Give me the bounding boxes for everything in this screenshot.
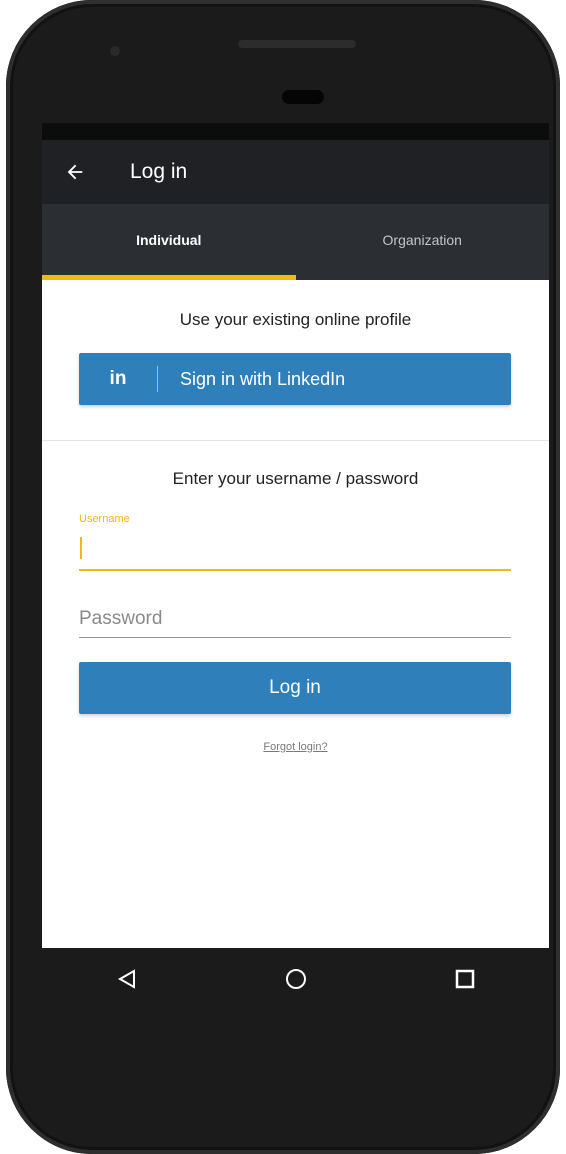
username-label: Username [79, 513, 130, 525]
profile-section: Use your existing online profile in Sign… [42, 280, 549, 441]
tab-organization[interactable]: Organization [296, 204, 550, 280]
tab-individual[interactable]: Individual [42, 204, 296, 280]
app-bar: Log in [42, 140, 549, 204]
credentials-heading: Enter your username / password [172, 469, 419, 488]
linkedin-signin-button[interactable]: in Sign in with LinkedIn [79, 353, 511, 405]
credentials-section: Enter your username / password Username … [42, 441, 549, 941]
status-bar [42, 123, 549, 140]
nav-back-button[interactable] [107, 959, 147, 999]
profile-heading: Use your existing online profile [179, 310, 412, 329]
app-screen: Log in Individual Organization Use your … [42, 123, 549, 948]
circle-home-icon [285, 969, 306, 989]
forgot-login-link[interactable]: Forgot login? [42, 741, 549, 753]
square-recents-icon [455, 969, 474, 989]
front-camera [110, 46, 120, 56]
page-title: Log in [130, 160, 188, 183]
login-button[interactable]: Log in [79, 662, 511, 714]
password-placeholder: Password [79, 608, 163, 629]
text-caret [80, 537, 82, 559]
button-divider [157, 366, 158, 392]
password-input[interactable]: Password [79, 601, 511, 638]
username-input[interactable] [79, 529, 511, 571]
system-nav-bar [42, 948, 549, 1010]
proximity-sensor [282, 90, 324, 104]
earpiece-speaker [238, 40, 356, 48]
tab-bar: Individual Organization [42, 204, 549, 280]
linkedin-button-label: Sign in with LinkedIn [180, 368, 346, 389]
nav-home-button[interactable] [276, 959, 316, 999]
arrow-left-icon[interactable] [64, 161, 86, 183]
triangle-back-icon [117, 969, 135, 989]
nav-recents-button[interactable] [445, 959, 485, 999]
linkedin-icon: in [109, 368, 127, 389]
